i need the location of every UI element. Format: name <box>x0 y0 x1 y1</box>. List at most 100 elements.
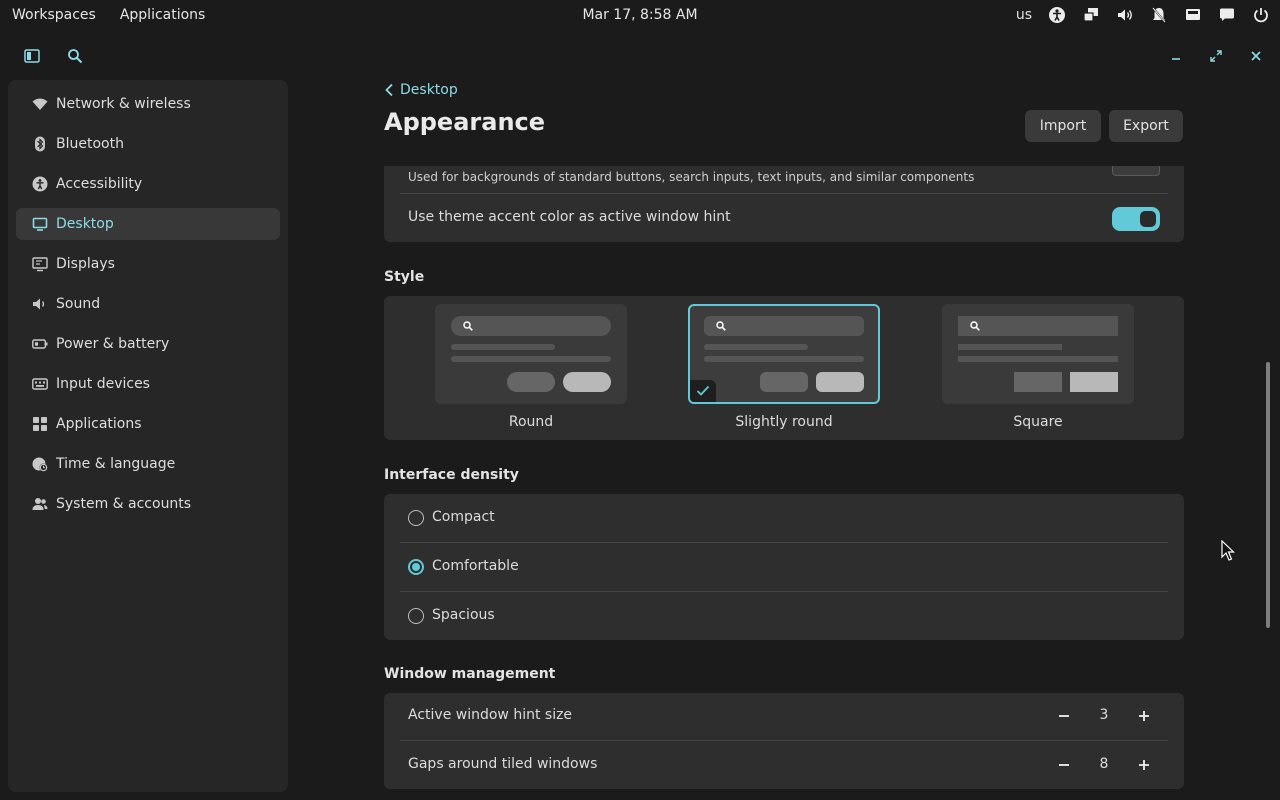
battery-icon <box>32 336 48 352</box>
volume-icon <box>32 296 48 312</box>
keyboard-icon <box>32 376 48 392</box>
scrollbar-thumb[interactable] <box>1266 362 1270 628</box>
colors-card: Used for backgrounds of standard buttons… <box>384 166 1184 242</box>
network-wired-icon[interactable] <box>1082 6 1100 24</box>
settings-scroll-area[interactable]: Used for backgrounds of standard buttons… <box>384 166 1184 800</box>
gaps-label: Gaps around tiled windows <box>408 756 598 772</box>
check-icon <box>696 385 710 396</box>
radio-spacious[interactable] <box>408 608 424 624</box>
style-option-label: Square <box>1013 414 1063 430</box>
bluetooth-icon <box>32 136 48 152</box>
decrement-button[interactable] <box>1054 706 1074 726</box>
sidebar-item-label: Network & wireless <box>56 96 191 112</box>
preview-search-bar <box>704 316 864 336</box>
sidebar-item-label: Time & language <box>56 456 176 472</box>
display-icon[interactable] <box>1184 6 1202 24</box>
plus-icon <box>1139 711 1149 721</box>
sidebar-item-label: Accessibility <box>56 176 143 192</box>
color-swatch-button[interactable] <box>1112 166 1160 176</box>
minimize-icon[interactable] <box>1166 46 1186 66</box>
sidebar-item-time-language[interactable]: Time & language <box>16 448 280 480</box>
maximize-icon[interactable] <box>1206 46 1226 66</box>
sidebar-item-sound[interactable]: Sound <box>16 288 280 320</box>
style-option-slightly-round[interactable] <box>688 304 880 404</box>
search-icon <box>970 321 980 331</box>
keyboard-layout-indicator[interactable]: us <box>1016 7 1032 23</box>
preview-search-bar <box>451 316 611 336</box>
apps-grid-icon <box>32 416 48 432</box>
window-management-card: Active window hint size 3 Gaps around ti… <box>384 693 1184 789</box>
preview-button <box>816 372 864 392</box>
content-area: Desktop Appearance Import Export Used fo… <box>384 80 1184 800</box>
sidebar-item-displays[interactable]: Displays <box>16 248 280 280</box>
preview-button <box>1014 372 1062 392</box>
top-panel: Workspaces Applications Mar 17, 8:58 AM … <box>0 0 1280 32</box>
sidebar-item-label: Power & battery <box>56 336 170 352</box>
sidebar-item-applications[interactable]: Applications <box>16 408 280 440</box>
sidebar-toggle-icon[interactable] <box>22 46 42 66</box>
import-button[interactable]: Import <box>1025 110 1101 142</box>
preview-line <box>704 356 864 362</box>
close-icon[interactable] <box>1246 46 1266 66</box>
sidebar-item-accessibility[interactable]: Accessibility <box>16 168 280 200</box>
accessibility-icon <box>32 176 48 192</box>
wifi-icon <box>32 96 48 112</box>
preview-search-bar <box>958 316 1118 336</box>
chat-icon[interactable] <box>1218 6 1236 24</box>
sidebar-item-label: Sound <box>56 296 101 312</box>
gaps-value: 8 <box>1099 756 1109 772</box>
volume-icon[interactable] <box>1116 6 1134 24</box>
search-icon[interactable] <box>65 46 85 66</box>
radio-label[interactable]: Compact <box>432 509 495 525</box>
scrollbar[interactable] <box>1264 142 1272 768</box>
header-bar <box>0 32 1280 80</box>
preview-button <box>1070 372 1118 392</box>
divider <box>400 591 1168 592</box>
sidebar-item-system-accounts[interactable]: System & accounts <box>16 488 280 520</box>
export-button[interactable]: Export <box>1109 110 1183 142</box>
sidebar: Network & wireless Bluetooth Accessibili… <box>8 80 288 792</box>
radio-label[interactable]: Comfortable <box>432 558 519 574</box>
increment-button[interactable] <box>1134 706 1154 726</box>
style-option-square[interactable] <box>942 304 1134 404</box>
interface-text-subtitle: Used for backgrounds of standard buttons… <box>408 170 975 184</box>
decrement-button[interactable] <box>1054 755 1074 775</box>
sidebar-item-desktop[interactable]: Desktop <box>16 208 280 240</box>
page-title: Appearance <box>384 108 546 136</box>
sidebar-item-input-devices[interactable]: Input devices <box>16 368 280 400</box>
divider <box>400 740 1168 741</box>
sidebar-item-network[interactable]: Network & wireless <box>16 88 280 120</box>
sidebar-item-label: Bluetooth <box>56 136 124 152</box>
accent-hint-toggle[interactable] <box>1112 207 1160 231</box>
sidebar-item-label: Input devices <box>56 376 150 392</box>
accent-hint-label: Use theme accent color as active window … <box>408 209 731 225</box>
style-option-round[interactable] <box>435 304 627 404</box>
notifications-off-icon[interactable] <box>1150 6 1168 24</box>
preview-line <box>704 344 808 350</box>
accessibility-icon[interactable] <box>1048 6 1066 24</box>
style-option-label: Slightly round <box>735 414 833 430</box>
selected-check-badge <box>690 380 716 402</box>
preview-line <box>958 356 1118 362</box>
sidebar-item-label: Desktop <box>56 216 114 232</box>
back-link-label: Desktop <box>400 82 458 98</box>
back-link[interactable]: Desktop <box>384 80 458 100</box>
preview-line <box>958 344 1062 350</box>
settings-window: Network & wireless Bluetooth Accessibili… <box>0 32 1280 800</box>
users-icon <box>32 496 48 512</box>
style-section-title: Style <box>384 269 425 285</box>
sidebar-item-bluetooth[interactable]: Bluetooth <box>16 128 280 160</box>
radio-label[interactable]: Spacious <box>432 607 495 623</box>
power-icon[interactable] <box>1252 6 1270 24</box>
preview-line <box>451 344 555 350</box>
chevron-left-icon <box>385 83 393 97</box>
search-icon <box>716 321 726 331</box>
radio-comfortable[interactable] <box>408 559 424 575</box>
radio-compact[interactable] <box>408 510 424 526</box>
style-card: Round Slightly round Square <box>384 296 1184 440</box>
minus-icon <box>1059 715 1069 717</box>
sidebar-item-label: Applications <box>56 416 142 432</box>
increment-button[interactable] <box>1134 755 1154 775</box>
preview-line <box>451 356 611 362</box>
sidebar-item-power[interactable]: Power & battery <box>16 328 280 360</box>
